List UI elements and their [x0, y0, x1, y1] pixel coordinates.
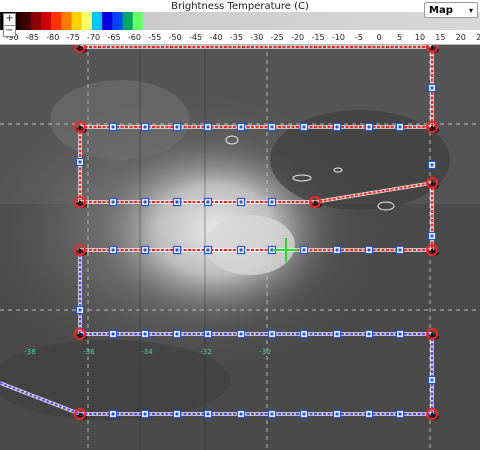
colorbar-tick-label: -45: [189, 33, 203, 42]
dropsonde-marker[interactable]: [395, 329, 405, 339]
dropsonde-marker[interactable]: [236, 409, 246, 419]
longitude-label: -38: [24, 348, 36, 356]
longitude-label: -32: [200, 348, 212, 356]
dropsonde-marker[interactable]: [332, 122, 342, 132]
dropsonde-marker[interactable]: [236, 329, 246, 339]
dropsonde-marker[interactable]: [267, 197, 277, 207]
dropsonde-marker[interactable]: [172, 245, 182, 255]
dropsonde-marker[interactable]: [236, 197, 246, 207]
colorbar-tick-label: -15: [311, 33, 325, 42]
colorbar-tick-label: -35: [229, 33, 243, 42]
dropsonde-marker[interactable]: [299, 245, 309, 255]
dropsonde-marker[interactable]: [267, 409, 277, 419]
dropsonde-marker[interactable]: [140, 197, 150, 207]
colorbar-tick-label: -60: [127, 33, 141, 42]
dropsonde-marker[interactable]: [172, 329, 182, 339]
dropsonde-marker[interactable]: [108, 329, 118, 339]
colorbar-tick-label: -50: [168, 33, 182, 42]
dropsonde-marker[interactable]: [299, 329, 309, 339]
dropsonde-marker[interactable]: [427, 375, 437, 385]
zoom-out-button[interactable]: −: [4, 26, 15, 37]
longitude-label: -34: [141, 348, 153, 356]
colorbar-tick-label: -80: [46, 33, 60, 42]
dropsonde-marker[interactable]: [364, 245, 374, 255]
dropsonde-marker[interactable]: [108, 122, 118, 132]
dropsonde-marker[interactable]: [236, 245, 246, 255]
dropsonde-marker[interactable]: [332, 329, 342, 339]
dropsonde-marker[interactable]: [172, 409, 182, 419]
dropsonde-marker[interactable]: [108, 245, 118, 255]
dropsonde-marker[interactable]: [427, 83, 437, 93]
dropsonde-marker[interactable]: [364, 409, 374, 419]
dropsonde-marker[interactable]: [395, 409, 405, 419]
colorbar-tick-label: 0: [376, 33, 382, 42]
dropsonde-marker[interactable]: [140, 245, 150, 255]
dropsonde-marker[interactable]: [427, 231, 437, 241]
colorbar-tick-label: -10: [331, 33, 345, 42]
colorbar-tick-label: -20: [291, 33, 305, 42]
dropsonde-marker[interactable]: [236, 122, 246, 132]
dropsonde-marker[interactable]: [172, 122, 182, 132]
colorbar-tick-label: 5: [397, 33, 403, 42]
colorbar-tick-label: -5: [354, 33, 363, 42]
dropsonde-marker[interactable]: [140, 409, 150, 419]
dropsonde-marker[interactable]: [267, 329, 277, 339]
map-canvas[interactable]: [0, 0, 480, 450]
colorbar-tick-label: 10: [414, 33, 426, 42]
dropsonde-marker[interactable]: [332, 245, 342, 255]
dropsonde-marker[interactable]: [299, 409, 309, 419]
colorbar-tick-label: -55: [148, 33, 162, 42]
colorbar-tick-label: -65: [107, 33, 121, 42]
colorbar-tick-label: 25: [476, 33, 480, 42]
colorbar-legend: Brightness Temperature (C) -90 -85 -80 -75-…: [0, 0, 480, 45]
dropsonde-marker[interactable]: [172, 197, 182, 207]
map-type-label: Map: [429, 5, 453, 16]
colorbar-tick-label: -25: [270, 33, 284, 42]
dropsonde-marker[interactable]: [332, 409, 342, 419]
chevron-down-icon: ▾: [468, 6, 473, 15]
colorbar-tick-label: -70: [87, 33, 101, 42]
dropsonde-marker[interactable]: [75, 157, 85, 167]
dropsonde-marker[interactable]: [203, 245, 213, 255]
dropsonde-marker[interactable]: [203, 409, 213, 419]
colorbar-tick-label: -75: [66, 33, 80, 42]
dropsonde-marker[interactable]: [203, 329, 213, 339]
colorbar-strip: [0, 12, 480, 30]
colorbar-tick-label: -85: [25, 33, 39, 42]
longitude-label: -30: [259, 348, 271, 356]
dropsonde-marker[interactable]: [299, 122, 309, 132]
dropsonde-marker[interactable]: [203, 122, 213, 132]
dropsonde-marker[interactable]: [108, 197, 118, 207]
zoom-control[interactable]: + −: [3, 13, 16, 37]
map-type-dropdown[interactable]: Map ▾: [424, 2, 478, 18]
colorbar-tick-label: -40: [209, 33, 223, 42]
dropsonde-marker[interactable]: [140, 122, 150, 132]
dropsonde-marker[interactable]: [267, 122, 277, 132]
dropsonde-marker[interactable]: [364, 122, 374, 132]
dropsonde-marker[interactable]: [364, 329, 374, 339]
dropsonde-marker[interactable]: [395, 245, 405, 255]
colorbar-tick-label: 15: [435, 33, 446, 42]
dropsonde-marker[interactable]: [140, 329, 150, 339]
dropsonde-marker[interactable]: [395, 122, 405, 132]
dropsonde-marker[interactable]: [108, 409, 118, 419]
colorbar-title: Brightness Temperature (C): [171, 1, 309, 12]
colorbar-tick-label: 20: [455, 33, 466, 42]
dropsonde-marker[interactable]: [203, 197, 213, 207]
dropsonde-marker[interactable]: [427, 160, 437, 170]
longitude-label: -36: [83, 348, 95, 356]
colorbar-tick-label: -30: [250, 33, 264, 42]
dropsonde-marker[interactable]: [75, 305, 85, 315]
